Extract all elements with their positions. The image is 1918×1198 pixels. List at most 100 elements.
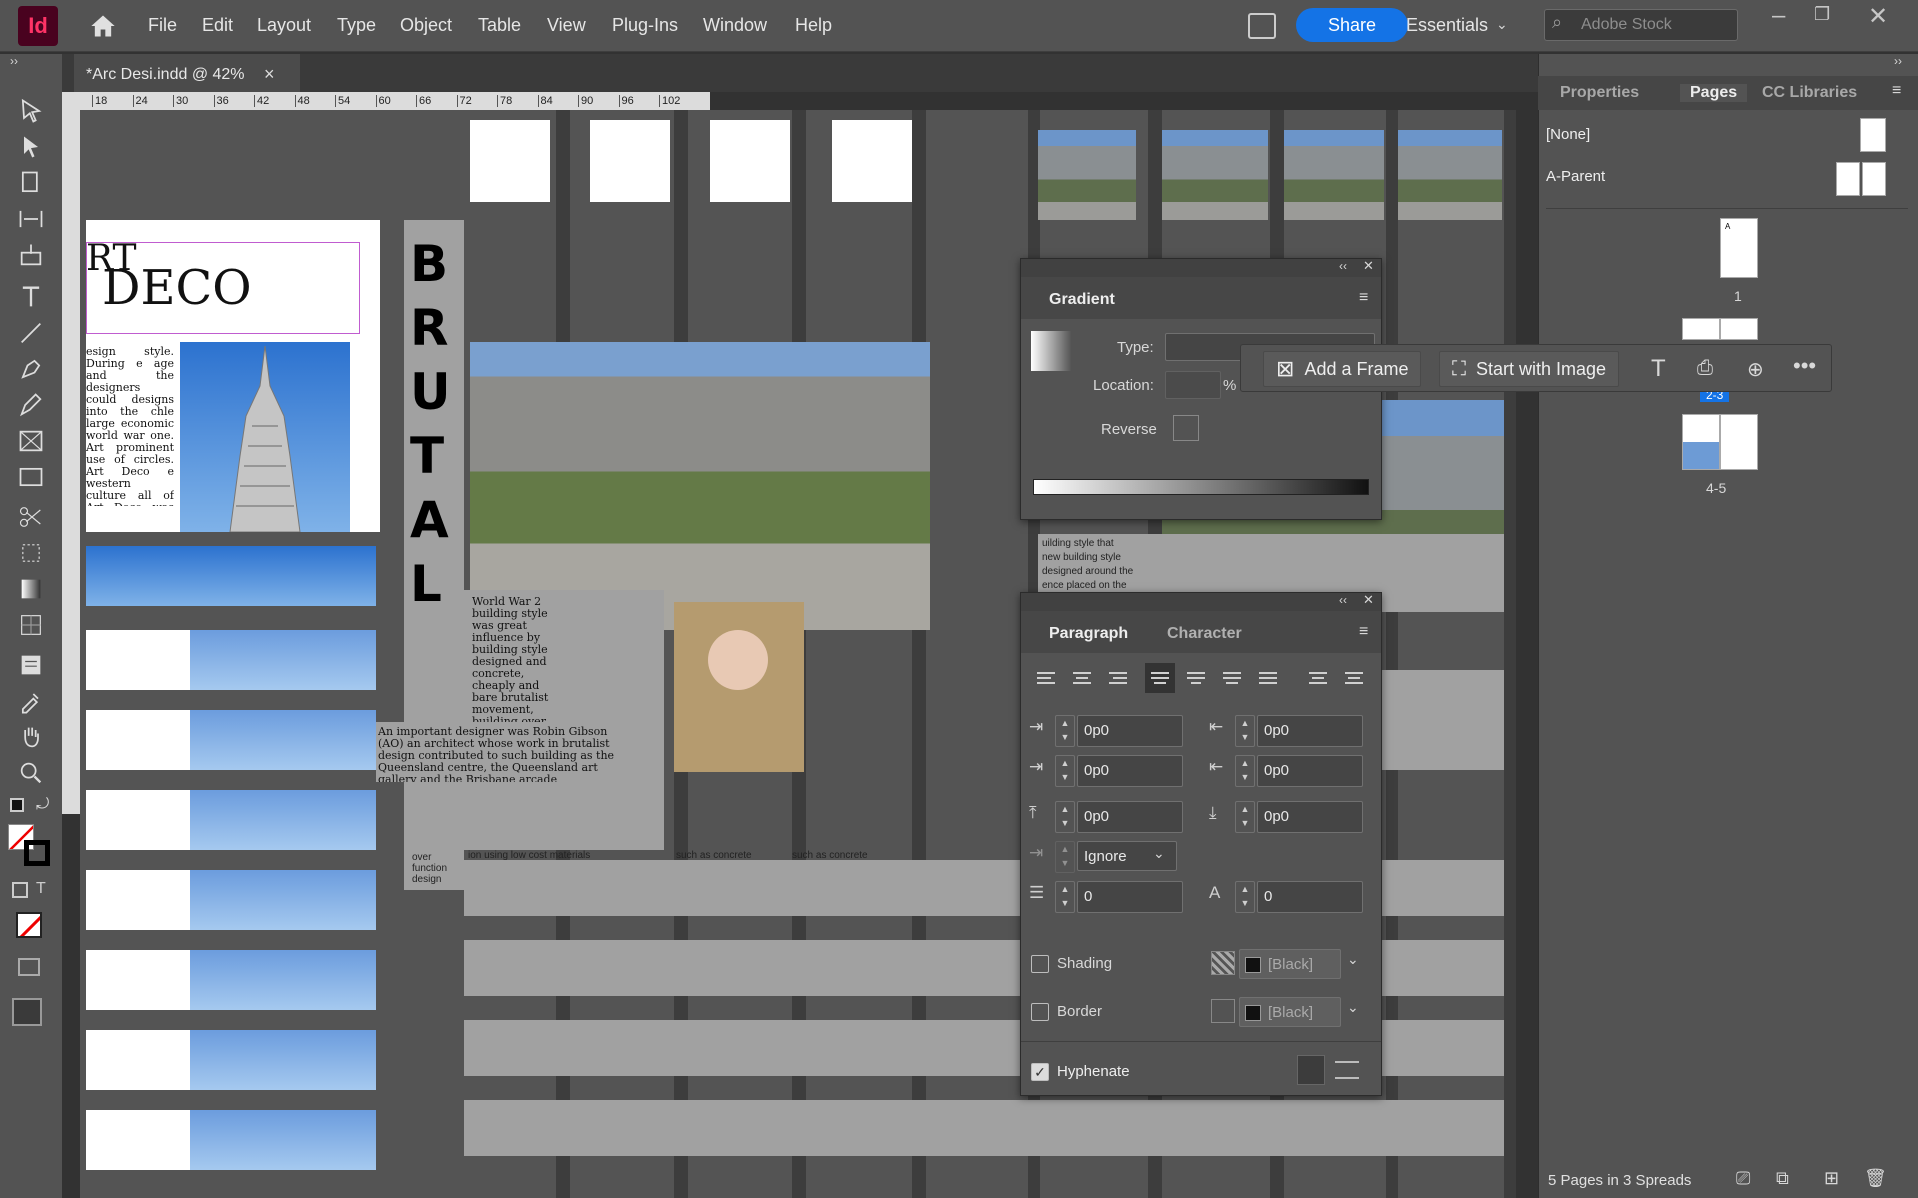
drop-cap-lines-field[interactable]: 0 xyxy=(1077,881,1183,913)
selection-tool-icon[interactable] xyxy=(14,96,48,126)
apply-none-icon[interactable] xyxy=(16,912,42,938)
space-after-field[interactable]: 0p0 xyxy=(1257,801,1363,833)
justify-right-button[interactable] xyxy=(1217,663,1247,693)
span-columns-icon[interactable] xyxy=(1335,1061,1359,1079)
collapse-panel-icon[interactable]: ‹‹ xyxy=(1339,259,1347,273)
note-tool-icon[interactable] xyxy=(14,650,48,680)
share-button[interactable]: Share xyxy=(1296,8,1408,42)
horizontal-ruler[interactable]: 18 24 30 36 42 48 54 60 66 72 78 84 90 96 102 xyxy=(62,92,710,110)
edit-page-icon[interactable]: ⧉ xyxy=(1776,1168,1789,1189)
panel-menu-icon[interactable]: ≡ xyxy=(1359,623,1368,641)
collapse-panel-icon[interactable]: ‹‹ xyxy=(1339,593,1347,607)
spread-4-5-right[interactable] xyxy=(1720,414,1758,470)
menu-help[interactable]: Help xyxy=(795,15,832,36)
align-center-button[interactable] xyxy=(1067,663,1097,693)
align-right-button[interactable] xyxy=(1103,663,1133,693)
gradient-ramp[interactable] xyxy=(1033,479,1369,495)
last-line-stepper[interactable]: ▲ ▼ xyxy=(1235,755,1255,787)
home-icon[interactable] xyxy=(88,12,118,40)
publish-online-icon[interactable] xyxy=(1248,13,1276,39)
align-away-spine-button[interactable] xyxy=(1339,663,1369,693)
art-deco-body[interactable]: esign style. During e age and the design… xyxy=(86,346,174,506)
close-window-icon[interactable]: ✕ xyxy=(1868,2,1888,31)
snippet-f[interactable]: over function design xyxy=(412,852,456,885)
zoom-tool-icon[interactable] xyxy=(14,758,48,788)
tab-character[interactable]: Character xyxy=(1167,625,1242,643)
rectangle-frame-tool-icon[interactable] xyxy=(14,426,48,456)
page-tool-icon[interactable] xyxy=(14,168,48,198)
free-transform-tool-icon[interactable] xyxy=(14,538,48,568)
location-field[interactable] xyxy=(1165,371,1221,399)
tab-cc-libraries[interactable]: CC Libraries xyxy=(1762,84,1857,102)
delete-page-icon[interactable]: 🗑 xyxy=(1864,1168,1887,1189)
spread-4-5-label[interactable]: 4-5 xyxy=(1706,480,1726,496)
pen-tool-icon[interactable] xyxy=(14,354,48,384)
screen-mode-icon[interactable] xyxy=(12,998,42,1026)
page-1-thumb[interactable]: A xyxy=(1720,218,1758,278)
chevron-down-icon[interactable]: ⌄ xyxy=(1347,951,1359,968)
snippet-c[interactable]: designed around the xyxy=(1042,566,1133,577)
snippet-d[interactable]: ence placed on the xyxy=(1042,580,1127,591)
spread-2-3-right[interactable] xyxy=(1720,318,1758,340)
vertical-ruler[interactable] xyxy=(62,110,80,814)
parent-a[interactable]: A-Parent xyxy=(1546,168,1605,185)
menu-table[interactable]: Table xyxy=(478,15,521,36)
align-grid-stepper[interactable]: ▲ ▼ xyxy=(1055,841,1075,873)
justify-all-button[interactable] xyxy=(1253,663,1283,693)
gradient-title[interactable]: Gradient xyxy=(1049,291,1115,309)
drop-cap-chars-field[interactable]: 0 xyxy=(1257,881,1363,913)
parent-a-thumb-right[interactable] xyxy=(1862,162,1886,196)
left-indent-stepper[interactable]: ▲ ▼ xyxy=(1055,715,1075,747)
gradient-swatch-tool-icon[interactable] xyxy=(14,574,48,604)
view-mode-icon[interactable] xyxy=(18,958,40,976)
close-tab-icon[interactable]: × xyxy=(264,64,275,85)
left-indent-field[interactable]: 0p0 xyxy=(1077,715,1183,747)
justify-left-button[interactable] xyxy=(1145,663,1175,693)
pencil-tool-icon[interactable] xyxy=(14,390,48,420)
menu-view[interactable]: View xyxy=(547,15,586,36)
space-before-field[interactable]: 0p0 xyxy=(1077,801,1183,833)
menu-layout[interactable]: Layout xyxy=(257,15,311,36)
hyphenate-checkbox[interactable]: ✓ xyxy=(1031,1063,1049,1081)
align-towards-spine-button[interactable] xyxy=(1303,663,1333,693)
close-panel-icon[interactable]: ✕ xyxy=(1363,258,1374,274)
add-page-icon[interactable]: ⊕ xyxy=(1747,357,1764,382)
heading-art-deco[interactable]: DECO xyxy=(102,260,252,316)
tab-properties[interactable]: Properties xyxy=(1560,84,1639,102)
parent-none-thumb[interactable] xyxy=(1860,118,1886,152)
space-before-stepper[interactable]: ▲ ▼ xyxy=(1055,801,1075,833)
drop-chars-stepper[interactable]: ▲ ▼ xyxy=(1235,881,1255,913)
chevron-down-icon[interactable]: ⌄ xyxy=(1153,845,1165,862)
minimize-icon[interactable]: – xyxy=(1772,2,1785,30)
hand-tool-icon[interactable] xyxy=(14,722,48,752)
default-fill-stroke-icon[interactable] xyxy=(10,798,24,812)
collapse-dock-icon[interactable]: ›› xyxy=(1894,54,1902,68)
parent-a-thumb-left[interactable] xyxy=(1836,162,1860,196)
start-with-image-button[interactable]: ⛶ Start with Image xyxy=(1439,351,1620,387)
vertical-title[interactable]: B R U T A L xyxy=(410,232,451,616)
tab-pages[interactable]: Pages xyxy=(1680,84,1748,102)
menu-type[interactable]: Type xyxy=(337,15,376,36)
workspace-switcher[interactable]: Essentials xyxy=(1406,15,1488,36)
spread-4-5-left[interactable] xyxy=(1682,414,1720,470)
spread-2-3-left[interactable] xyxy=(1682,318,1720,340)
gradient-feather-tool-icon[interactable] xyxy=(14,610,48,640)
panel-menu-icon[interactable]: ≡ xyxy=(1892,82,1901,100)
content-collector-icon[interactable] xyxy=(14,240,48,270)
chevron-down-icon[interactable]: ⌄ xyxy=(1347,999,1359,1016)
stroke-swatch[interactable] xyxy=(24,840,50,866)
direct-selection-tool-icon[interactable] xyxy=(14,132,48,162)
right-indent-field[interactable]: 0p0 xyxy=(1257,715,1363,747)
close-panel-icon[interactable]: ✕ xyxy=(1363,592,1374,608)
snippet-e2[interactable]: such as concrete xyxy=(676,850,752,861)
menu-object[interactable]: Object xyxy=(400,15,452,36)
page-size-icon[interactable]: ⎚ xyxy=(1736,1168,1750,1189)
snippet-g[interactable]: ion using low cost materials xyxy=(468,850,590,861)
menu-plugins[interactable]: Plug-Ins xyxy=(612,15,678,36)
new-page-icon[interactable]: ⊞ xyxy=(1824,1168,1839,1189)
collapse-tools-icon[interactable]: ›› xyxy=(10,54,18,68)
shading-checkbox[interactable] xyxy=(1031,955,1049,973)
rectangle-tool-icon[interactable] xyxy=(14,462,48,492)
snippet-a[interactable]: uilding style that xyxy=(1042,538,1114,549)
eyedropper-tool-icon[interactable] xyxy=(14,686,48,716)
